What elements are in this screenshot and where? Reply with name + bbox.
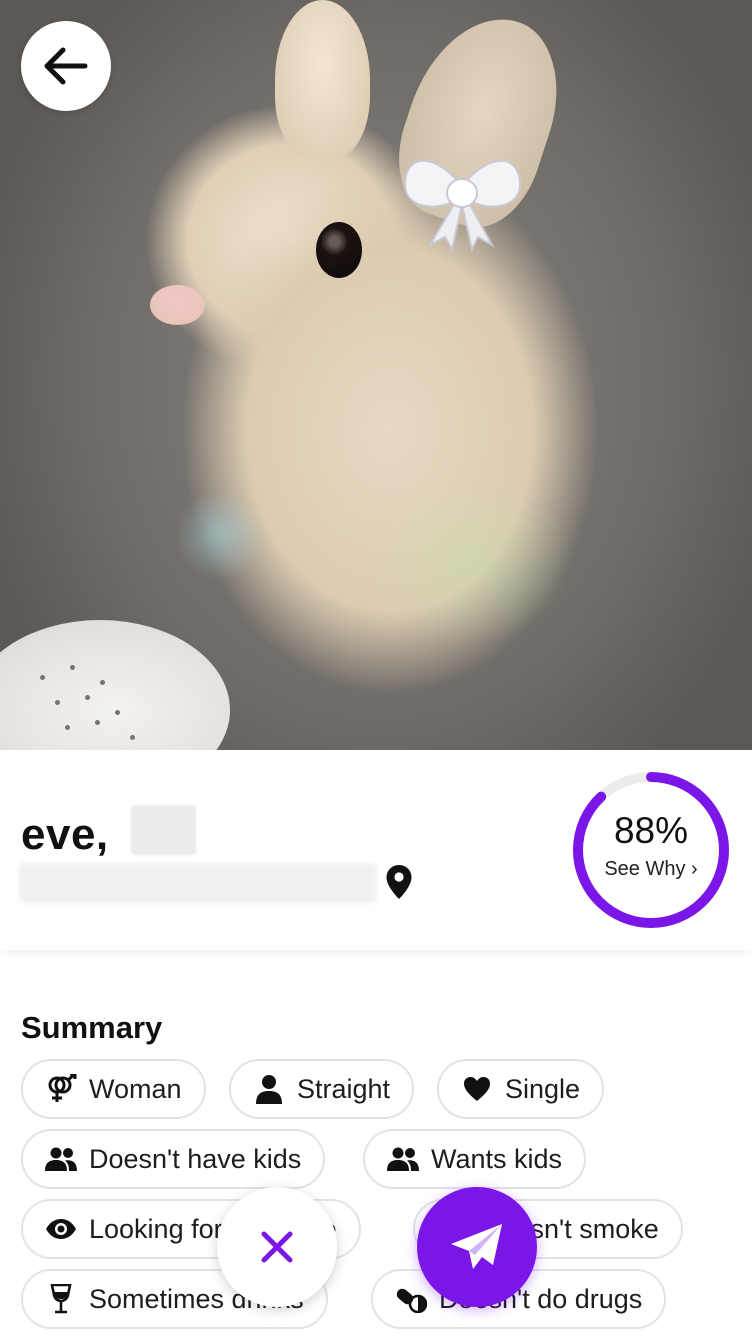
people-icon xyxy=(387,1145,419,1173)
rabbit-ear xyxy=(275,0,370,160)
chip-label: Straight xyxy=(297,1073,391,1104)
profile-name: eve, xyxy=(21,810,109,859)
chip-label: Single xyxy=(505,1073,581,1104)
people-icon xyxy=(45,1145,77,1173)
see-why-link[interactable]: See Why › xyxy=(569,858,733,881)
rabbit-eye xyxy=(316,222,362,278)
dismiss-button[interactable] xyxy=(217,1187,337,1307)
profile-photo xyxy=(0,0,752,750)
eye-icon xyxy=(45,1215,77,1243)
location-pin-icon xyxy=(386,865,412,899)
back-button[interactable] xyxy=(21,21,111,111)
heart-icon xyxy=(461,1075,493,1103)
chip-label: Woman xyxy=(89,1073,182,1104)
close-icon xyxy=(261,1231,293,1263)
bow-icon xyxy=(403,159,522,252)
rabbit-nose xyxy=(150,285,205,325)
send-message-button[interactable] xyxy=(417,1187,537,1307)
gender-icon xyxy=(45,1074,77,1103)
chip-orientation: Straight xyxy=(229,1059,415,1119)
chip-wants-kids: Wants kids xyxy=(363,1129,587,1189)
chip-relationship: Single xyxy=(437,1059,605,1119)
summary-title: Summary xyxy=(21,1010,163,1045)
arrow-left-icon xyxy=(44,47,88,85)
dish xyxy=(0,620,230,750)
pills-icon xyxy=(395,1285,427,1313)
chip-label: Wants kids xyxy=(431,1143,563,1174)
chip-has-kids: Doesn't have kids xyxy=(21,1129,326,1189)
age-redacted xyxy=(131,805,196,855)
person-icon xyxy=(253,1075,285,1104)
wine-glass-icon xyxy=(45,1284,77,1314)
chip-label: Doesn't have kids xyxy=(89,1143,302,1174)
match-percent: 88% xyxy=(613,810,689,851)
chip-gender: Woman xyxy=(21,1059,206,1119)
paper-plane-icon xyxy=(451,1224,502,1269)
location-redacted xyxy=(19,863,377,903)
